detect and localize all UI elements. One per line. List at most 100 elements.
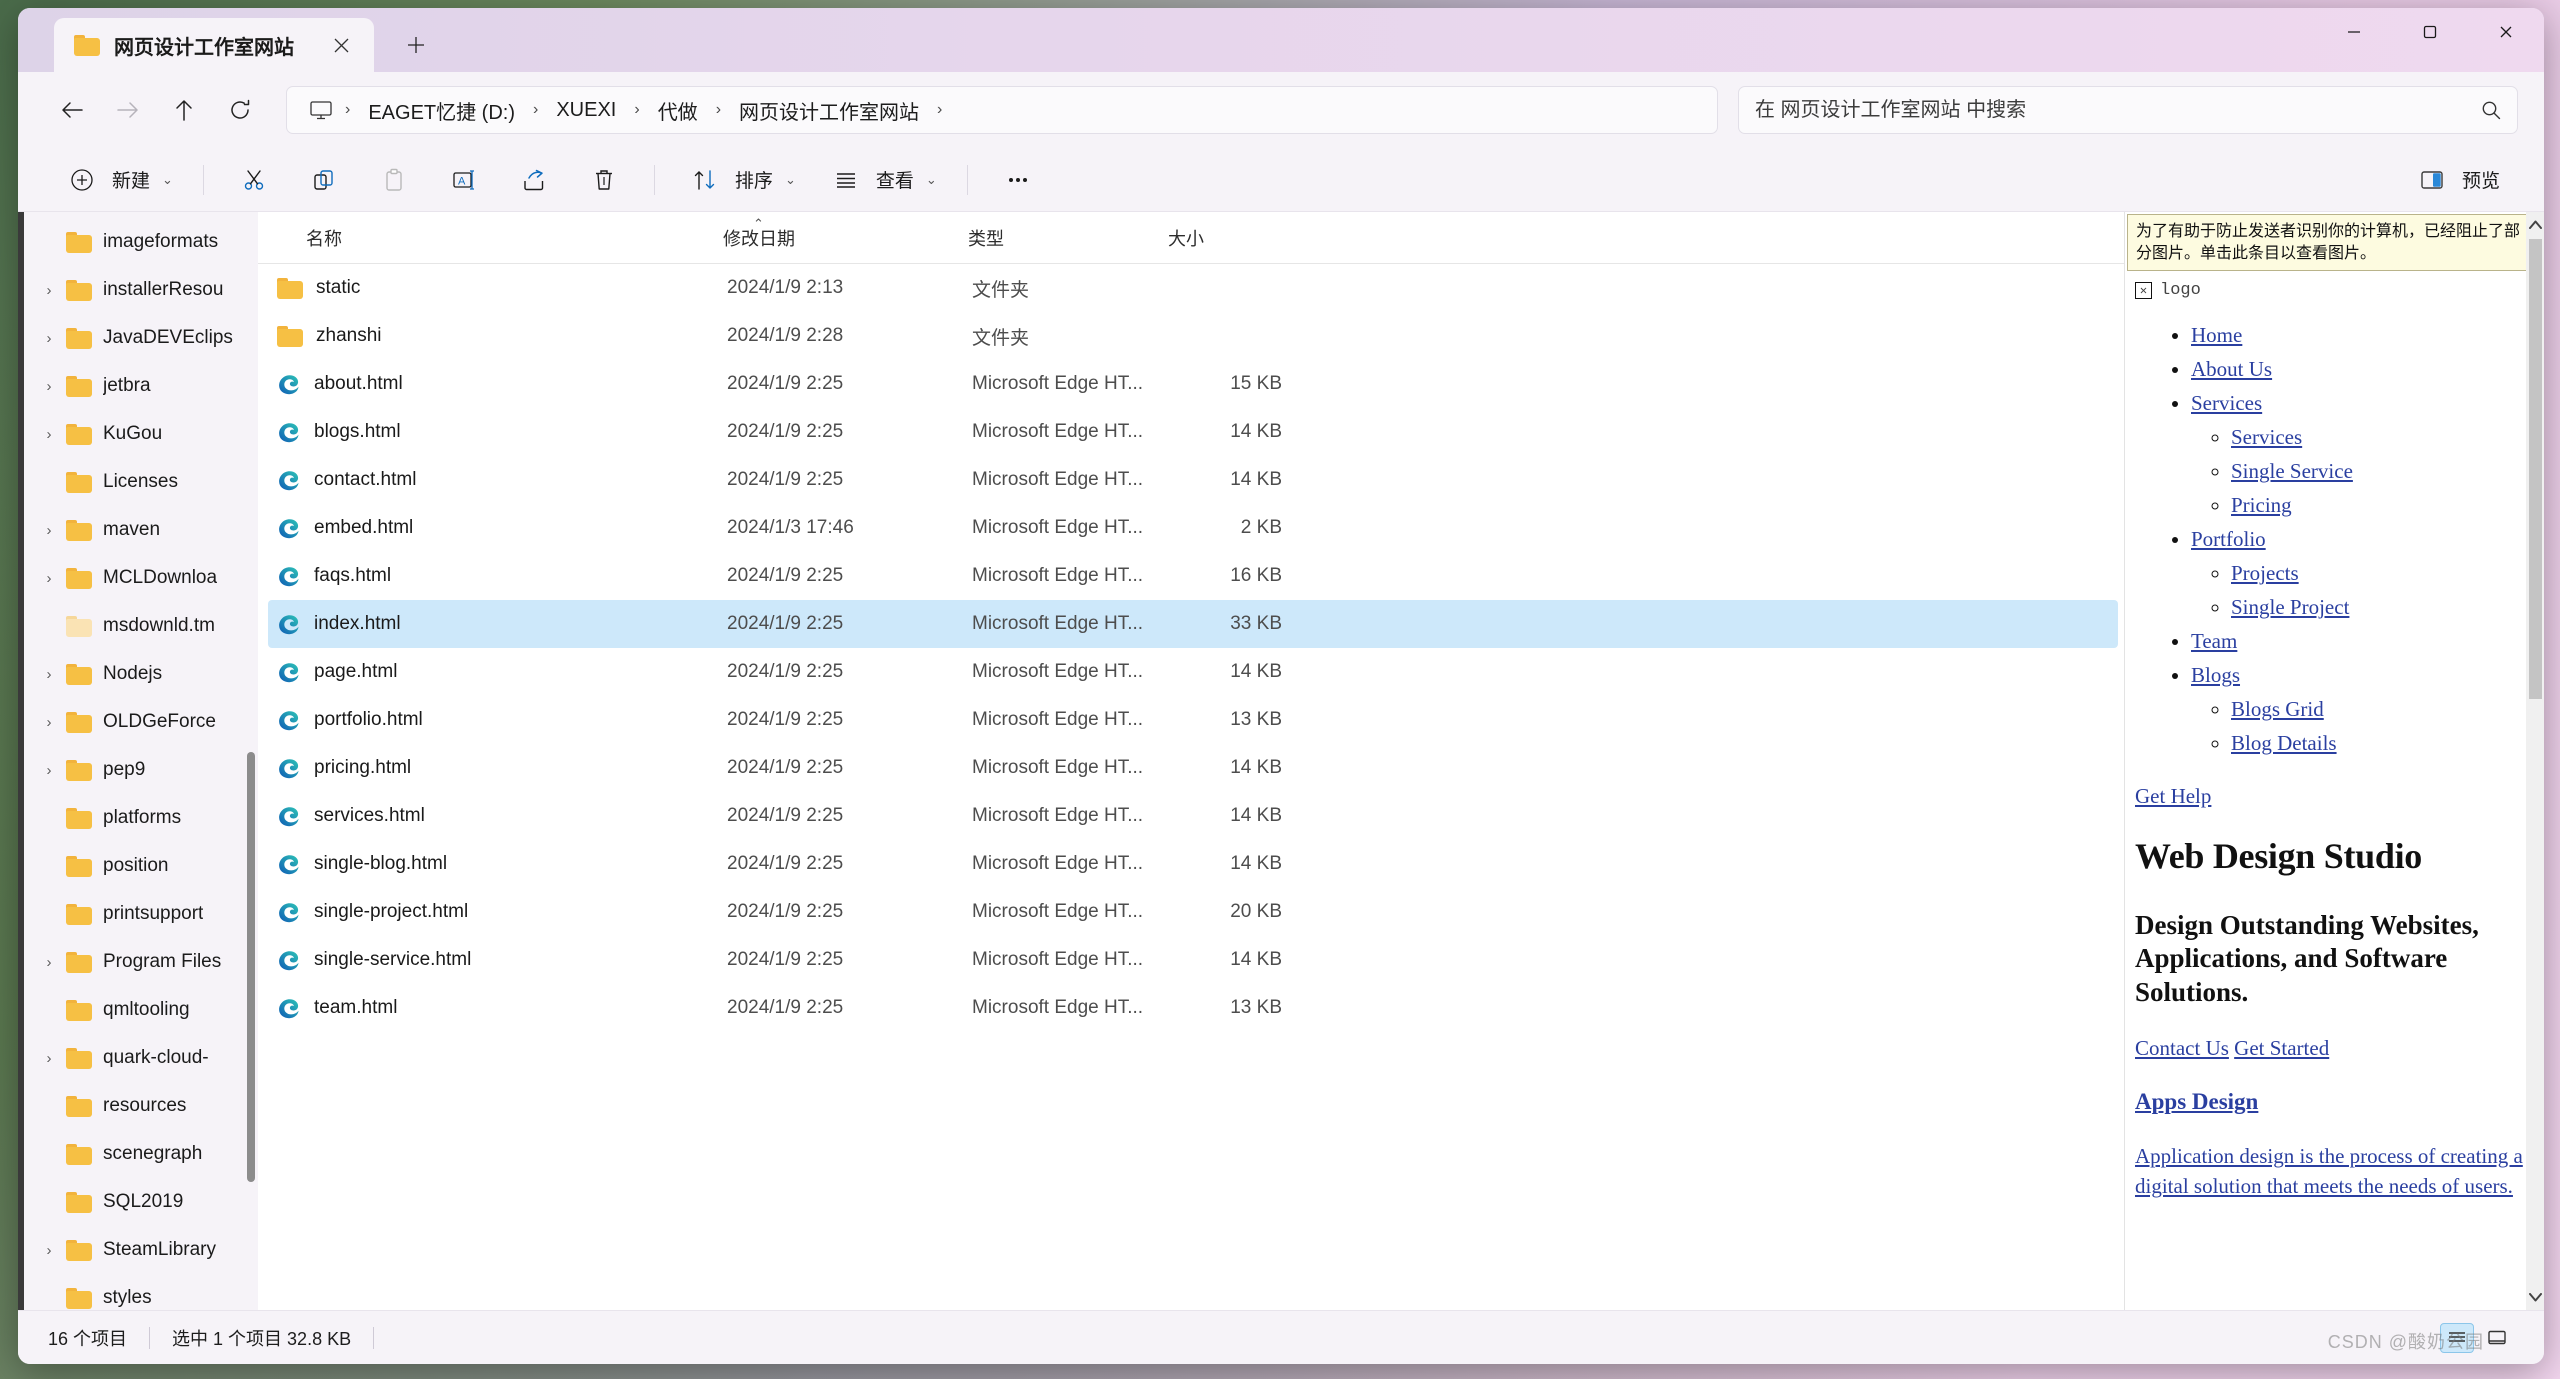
sidebar-item-imageformats[interactable]: imageformats: [24, 218, 252, 266]
table-row[interactable]: zhanshi 2024/1/9 2:28 文件夹: [268, 312, 2118, 360]
breadcrumb-item-3[interactable]: 网页设计工作室网站: [729, 92, 929, 129]
paragraph-link[interactable]: Application design is the process of cre…: [2135, 1144, 2523, 1198]
sidebar-item-jetbra[interactable]: › jetbra: [24, 362, 252, 410]
preview-subnav-link[interactable]: Single Service: [2231, 459, 2353, 483]
sidebar-item-licenses[interactable]: Licenses: [24, 458, 252, 506]
search-icon[interactable]: [2481, 100, 2501, 120]
blocked-images-warning[interactable]: 为了有助于防止发送者识别你的计算机，已经阻止了部分图片。单击此条目以查看图片。: [2127, 214, 2542, 272]
sidebar-item-oldgeforce[interactable]: › OLDGeForce: [24, 698, 252, 746]
column-header-size[interactable]: 大小: [1158, 225, 1288, 251]
table-row[interactable]: portfolio.html 2024/1/9 2:25 Microsoft Edg…: [268, 696, 2118, 744]
table-row[interactable]: about.html 2024/1/9 2:25 Microsoft Edge HT…: [268, 360, 2118, 408]
preview-subnav-link[interactable]: Blog Details: [2231, 731, 2337, 755]
preview-nav-link[interactable]: Team: [2191, 629, 2237, 653]
breadcrumb-item-2[interactable]: 代做: [648, 92, 708, 129]
contact-us-link[interactable]: Contact Us: [2135, 1036, 2229, 1060]
table-row[interactable]: page.html 2024/1/9 2:25 Microsoft Edge HT.…: [268, 648, 2118, 696]
share-button[interactable]: [500, 156, 568, 204]
sidebar-item-steamlibrary[interactable]: › SteamLibrary: [24, 1226, 252, 1274]
sidebar-item-program-files[interactable]: › Program Files: [24, 938, 252, 986]
table-row[interactable]: single-blog.html 2024/1/9 2:25 Microsoft E…: [268, 840, 2118, 888]
view-button[interactable]: 查看 ⌄: [812, 156, 951, 204]
sidebar-item-kugou[interactable]: › KuGou: [24, 410, 252, 458]
preview-subnav-link[interactable]: Pricing: [2231, 493, 2292, 517]
sidebar-item-nodejs[interactable]: › Nodejs: [24, 650, 252, 698]
table-row[interactable]: blogs.html 2024/1/9 2:25 Microsoft Edge HT…: [268, 408, 2118, 456]
delete-button[interactable]: [570, 156, 638, 204]
chevron-right-icon[interactable]: ›: [32, 1242, 66, 1259]
cut-button[interactable]: [220, 156, 288, 204]
column-header-type[interactable]: 类型: [958, 225, 1158, 251]
breadcrumb-item-1[interactable]: XUEXI: [546, 95, 626, 126]
maximize-button[interactable]: [2392, 8, 2468, 56]
rename-button[interactable]: A: [430, 156, 498, 204]
refresh-button[interactable]: [212, 82, 268, 138]
up-button[interactable]: [156, 82, 212, 138]
address-bar[interactable]: › EAGET忆捷 (D:) › XUEXI › 代做 › 网页设计工作室网站 …: [286, 86, 1718, 134]
table-row[interactable]: faqs.html 2024/1/9 2:25 Microsoft Edge HT.…: [268, 552, 2118, 600]
new-tab-button[interactable]: [396, 25, 436, 65]
sort-button[interactable]: 排序 ⌄: [671, 156, 810, 204]
chevron-right-icon[interactable]: ›: [32, 762, 66, 779]
sidebar-item-msdownld-tm[interactable]: msdownld.tm: [24, 602, 252, 650]
back-button[interactable]: [44, 82, 100, 138]
table-row[interactable]: team.html 2024/1/9 2:25 Microsoft Edge HT.…: [268, 984, 2118, 1032]
table-row[interactable]: contact.html 2024/1/9 2:25 Microsoft Edge …: [268, 456, 2118, 504]
table-row[interactable]: single-service.html 2024/1/9 2:25 Microsof…: [268, 936, 2118, 984]
search-input[interactable]: [1755, 98, 2481, 122]
sidebar-item-printsupport[interactable]: printsupport: [24, 890, 252, 938]
preview-pane-button[interactable]: 预览: [2398, 156, 2514, 204]
close-button[interactable]: [2468, 8, 2544, 56]
copy-button[interactable]: [290, 156, 358, 204]
table-row[interactable]: pricing.html 2024/1/9 2:25 Microsoft Edge …: [268, 744, 2118, 792]
chevron-right-icon[interactable]: ›: [32, 570, 66, 587]
get-started-link[interactable]: Get Started: [2234, 1036, 2329, 1060]
close-icon[interactable]: [324, 28, 358, 62]
minimize-button[interactable]: [2316, 8, 2392, 56]
preview-scrollbar[interactable]: [2526, 212, 2544, 1310]
preview-subnav-link[interactable]: Blogs Grid: [2231, 697, 2324, 721]
new-button[interactable]: 新建 ⌄: [48, 156, 187, 204]
table-row[interactable]: embed.html 2024/1/3 17:46 Microsoft Edge H…: [268, 504, 2118, 552]
preview-subnav-link[interactable]: Projects: [2231, 561, 2299, 585]
navigation-pane[interactable]: imageformats › installerResou › JavaDEVEclip…: [18, 212, 258, 1310]
search-box[interactable]: [1738, 86, 2518, 134]
column-header-name[interactable]: 名称: [258, 225, 713, 251]
table-row[interactable]: static 2024/1/9 2:13 文件夹: [268, 264, 2118, 312]
sidebar-item-scenegraph[interactable]: scenegraph: [24, 1130, 252, 1178]
sidebar-item-pep9[interactable]: › pep9: [24, 746, 252, 794]
large-icons-view-icon[interactable]: [2480, 1323, 2514, 1353]
sidebar-item-maven[interactable]: › maven: [24, 506, 252, 554]
table-row[interactable]: index.html 2024/1/9 2:25 Microsoft Edge HT…: [268, 600, 2118, 648]
chevron-right-icon[interactable]: ›: [32, 522, 66, 539]
chevron-right-icon[interactable]: ›: [32, 954, 66, 971]
preview-nav-link[interactable]: Portfolio: [2191, 527, 2266, 551]
paste-button[interactable]: [360, 156, 428, 204]
details-view-icon[interactable]: [2440, 1322, 2474, 1353]
sidebar-item-javadeveclips[interactable]: › JavaDEVEclips: [24, 314, 252, 362]
sidebar-item-installerresou[interactable]: › installerResou: [24, 266, 252, 314]
sidebar-item-mcldownloa[interactable]: › MCLDownloa: [24, 554, 252, 602]
preview-subnav-link[interactable]: Single Project: [2231, 595, 2349, 619]
sidebar-item-styles[interactable]: styles: [24, 1274, 252, 1310]
sidebar-item-qmltooling[interactable]: qmltooling: [24, 986, 252, 1034]
table-row[interactable]: single-project.html 2024/1/9 2:25 Microsof…: [268, 888, 2118, 936]
chevron-right-icon[interactable]: ›: [32, 714, 66, 731]
column-header-date[interactable]: 修改日期: [713, 225, 958, 251]
preview-nav-link[interactable]: About Us: [2191, 357, 2272, 381]
chevron-right-icon[interactable]: ›: [32, 330, 66, 347]
chevron-right-icon[interactable]: ›: [32, 282, 66, 299]
table-row[interactable]: services.html 2024/1/9 2:25 Microsoft Edge…: [268, 792, 2118, 840]
preview-nav-link[interactable]: Home: [2191, 323, 2242, 347]
sidebar-item-quark-cloud-[interactable]: › quark-cloud-: [24, 1034, 252, 1082]
sidebar-item-sql2019[interactable]: SQL2019: [24, 1178, 252, 1226]
sidebar-item-position[interactable]: position: [24, 842, 252, 890]
explorer-tab[interactable]: 网页设计工作室网站: [54, 18, 374, 72]
sidebar-scrollbar-thumb[interactable]: [247, 752, 255, 1182]
chevron-right-icon[interactable]: ›: [32, 666, 66, 683]
sidebar-item-resources[interactable]: resources: [24, 1082, 252, 1130]
chevron-right-icon[interactable]: ›: [32, 1050, 66, 1067]
get-help-link[interactable]: Get Help: [2135, 784, 2211, 808]
chevron-right-icon[interactable]: ›: [32, 378, 66, 395]
chevron-down-icon[interactable]: [2528, 1285, 2542, 1310]
